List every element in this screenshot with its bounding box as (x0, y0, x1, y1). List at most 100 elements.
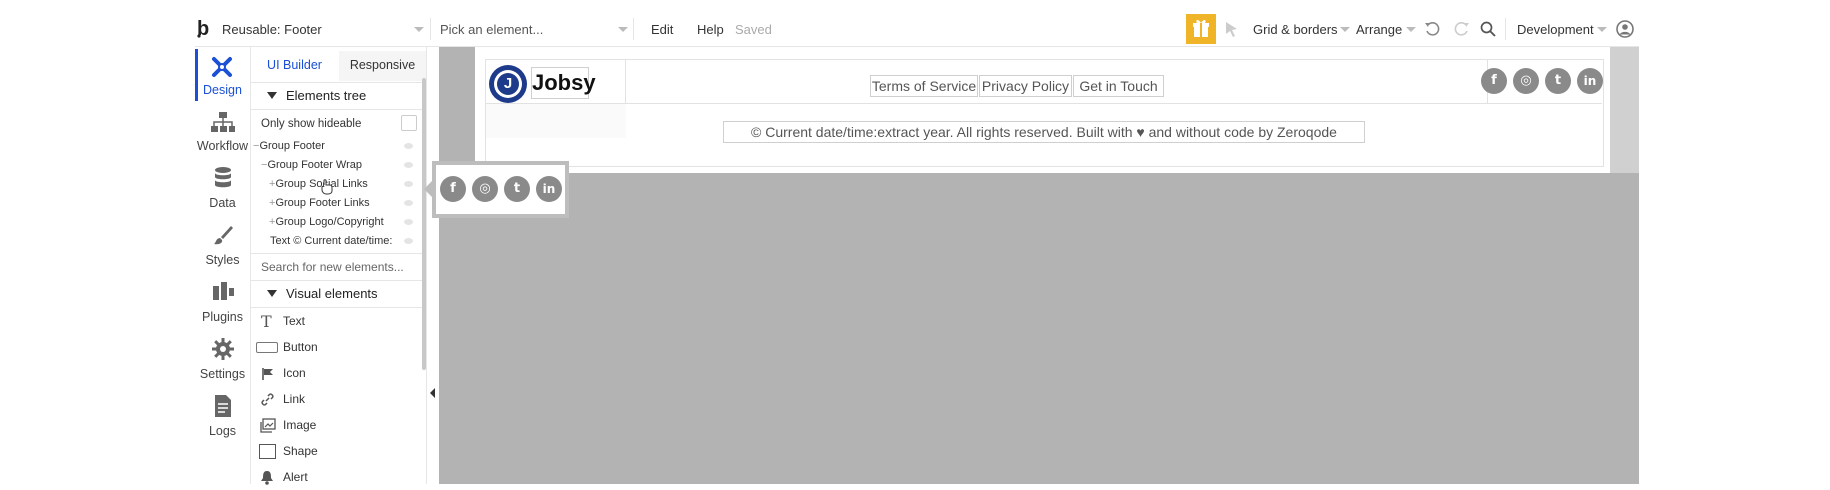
brand-name: Jobsy (531, 67, 596, 99)
visual-element-image[interactable]: Image (251, 413, 421, 438)
rail-styles[interactable]: Styles (195, 217, 250, 271)
chevron-down-icon[interactable] (1406, 27, 1416, 32)
edit-menu[interactable]: Edit (651, 22, 673, 37)
eye-icon[interactable] (404, 162, 413, 168)
rail-workflow[interactable]: Workflow (195, 103, 250, 157)
chevron-down-icon[interactable] (414, 27, 424, 32)
eye-icon[interactable] (404, 181, 413, 187)
brush-icon (214, 226, 233, 245)
shape-icon (259, 444, 276, 459)
tab-ui-builder[interactable]: UI Builder (251, 51, 338, 81)
panel-scrollbar[interactable] (422, 78, 426, 370)
elements-panel: UI Builder Responsive Elements tree Only… (251, 47, 427, 485)
caret-down-icon (267, 290, 277, 297)
link-privacy-policy[interactable]: Privacy Policy (979, 75, 1072, 97)
eye-icon[interactable] (404, 200, 413, 206)
link-get-in-touch[interactable]: Get in Touch (1073, 75, 1164, 97)
rail-label: Workflow (196, 139, 249, 153)
visual-element-shape[interactable]: Shape (251, 439, 421, 464)
chevron-down-icon[interactable] (618, 27, 628, 32)
collapse-panel-handle[interactable] (430, 388, 435, 398)
rail-design[interactable]: Design (195, 47, 250, 101)
facebook-icon: f (440, 176, 466, 202)
social-links-hover-preview: f ◎ t in (432, 161, 569, 218)
redo-icon[interactable] (1451, 19, 1471, 39)
visual-element-alert[interactable]: Alert (251, 465, 421, 490)
hideable-checkbox[interactable] (401, 115, 417, 131)
tab-responsive[interactable]: Responsive (339, 51, 426, 81)
instagram-icon[interactable]: ◎ (1513, 68, 1539, 94)
bell-icon (261, 471, 273, 485)
instagram-icon: ◎ (472, 176, 498, 202)
elements-tree-header[interactable]: Elements tree (251, 83, 426, 109)
element-search-input[interactable]: Search for new elements... (261, 260, 404, 274)
rail-data[interactable]: Data (195, 160, 250, 214)
account-icon[interactable] (1616, 20, 1634, 38)
rail-label: Plugins (202, 310, 243, 324)
tree-item[interactable]: Text © Current date/time: (270, 235, 423, 247)
gift-icon[interactable] (1186, 14, 1216, 44)
link-icon (261, 393, 274, 406)
plug-icon (213, 282, 234, 300)
database-icon (215, 167, 231, 188)
environment-selector[interactable]: Development (1517, 22, 1594, 37)
twitter-icon[interactable]: t (1545, 68, 1571, 94)
grid-borders-menu[interactable]: Grid & borders (1253, 22, 1338, 37)
rail-label: Design (203, 83, 242, 97)
twitter-icon: t (504, 176, 530, 202)
page-selector[interactable]: Reusable: Footer (222, 22, 322, 37)
eye-icon[interactable] (404, 238, 413, 244)
left-rail: Design Workflow Data Styles Plugins Sett… (195, 47, 251, 484)
tree-item[interactable]: +Group Footer Links (269, 197, 423, 209)
bubble-logo[interactable]: b (195, 17, 215, 40)
footer-preview[interactable]: J Jobsy Terms of Service Privacy Policy … (475, 47, 1610, 173)
tree-item[interactable]: +Group Logo/Copyright (269, 216, 423, 228)
element-picker[interactable]: Pick an element... (440, 22, 543, 37)
arrange-menu[interactable]: Arrange (1356, 22, 1402, 37)
document-icon (215, 395, 231, 417)
mouse-cursor-icon (321, 179, 333, 195)
group-links-outline (485, 103, 1602, 104)
gear-icon (212, 338, 234, 360)
section-title: Elements tree (286, 88, 367, 103)
visual-element-link[interactable]: Link (251, 387, 421, 412)
cursor-inspect-icon[interactable] (1223, 20, 1241, 38)
undo-icon[interactable] (1423, 19, 1443, 39)
visual-elements-header[interactable]: Visual elements (251, 281, 426, 307)
divider (251, 253, 426, 254)
section-title: Visual elements (286, 286, 378, 301)
copyright-text[interactable]: © Current date/time:extract year. All ri… (723, 121, 1365, 143)
logo-core: J (497, 73, 519, 95)
rail-label: Data (209, 196, 236, 210)
help-menu[interactable]: Help (697, 22, 724, 37)
chevron-down-icon[interactable] (1597, 27, 1607, 32)
divider (251, 307, 426, 308)
visual-element-button[interactable]: Button (251, 335, 421, 360)
tree-item[interactable]: −Group Footer Wrap (261, 159, 423, 171)
text-icon: T (261, 312, 272, 331)
link-terms-of-service[interactable]: Terms of Service (870, 75, 978, 97)
eye-icon[interactable] (404, 143, 413, 149)
linkedin-icon[interactable]: in (1577, 68, 1603, 94)
hideable-label: Only show hideable (261, 118, 362, 130)
jobsy-logo[interactable]: J (489, 65, 527, 103)
top-toolbar: b Reusable: Footer Pick an element... Ed… (195, 14, 1637, 45)
tree-item[interactable]: −Group Footer (253, 140, 423, 152)
rail-plugins[interactable]: Plugins (195, 274, 250, 328)
eye-icon[interactable] (404, 219, 413, 225)
search-icon[interactable] (1479, 20, 1497, 38)
rail-logs[interactable]: Logs (195, 388, 250, 442)
canvas-frame-edge (1610, 47, 1639, 173)
button-icon (256, 342, 278, 353)
divider (430, 18, 431, 40)
design-icon (212, 57, 232, 77)
facebook-icon[interactable]: f (1481, 68, 1507, 94)
caret-down-icon (267, 92, 277, 99)
linkedin-icon: in (536, 176, 562, 202)
visual-element-icon[interactable]: Icon (251, 361, 421, 386)
flag-icon (262, 368, 273, 380)
chevron-down-icon[interactable] (1340, 27, 1350, 32)
tree-item[interactable]: +Group Social Links (269, 178, 423, 190)
visual-element-text[interactable]: T Text (251, 309, 421, 334)
rail-settings[interactable]: Settings (195, 331, 250, 385)
